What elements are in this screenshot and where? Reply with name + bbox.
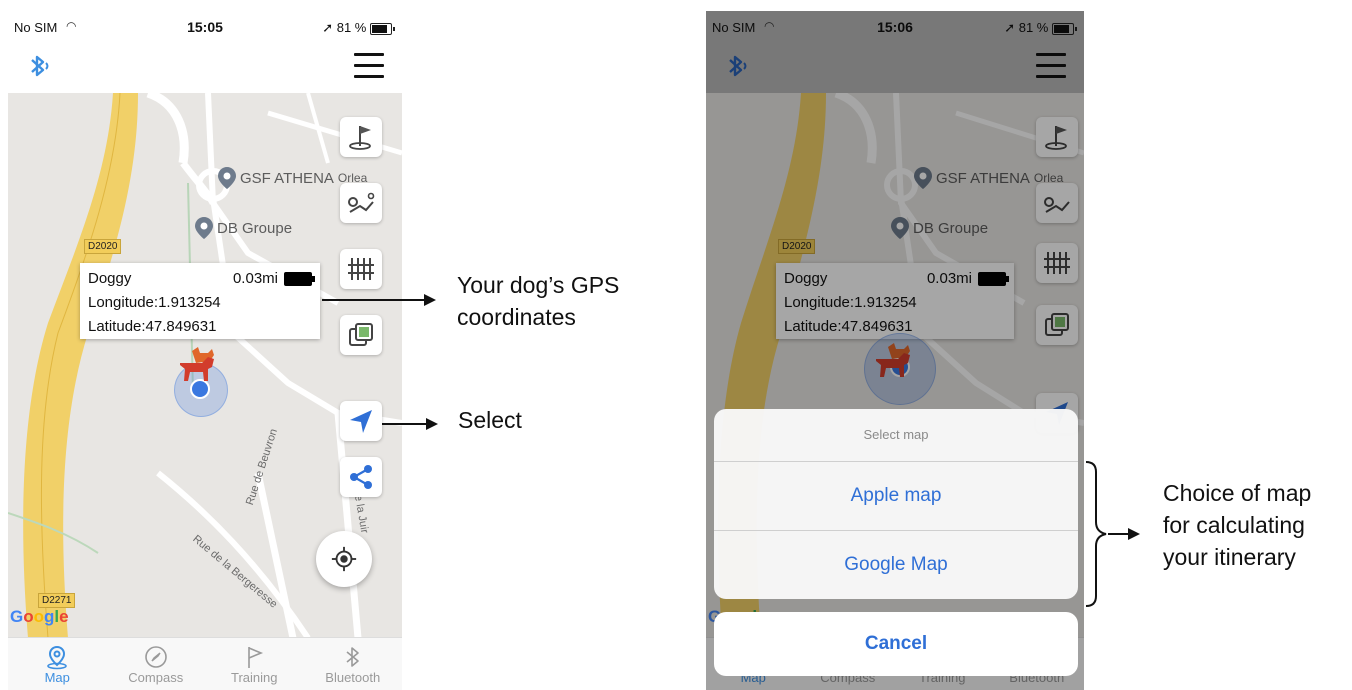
- gps-arrow-head: [424, 294, 436, 306]
- annotation-gps: Your dog’s GPS coordinates: [457, 269, 619, 333]
- annotation-gps-line2: coordinates: [457, 304, 576, 330]
- dog-name: Doggy: [88, 270, 132, 287]
- select-arrow-head: [426, 418, 438, 430]
- dog-marker-icon[interactable]: [176, 345, 220, 385]
- road-label: D2271: [38, 593, 76, 608]
- navigate-button[interactable]: [340, 401, 382, 441]
- annotation-select: Select: [458, 407, 522, 433]
- gps-arrow-line: [322, 299, 426, 301]
- phone-screen-map: No SIM ◠ 15:05 ➚ 81 % GSF ATHENA Orlea D…: [8, 11, 402, 690]
- poi-label: GSF ATHENA: [240, 169, 334, 187]
- fence-button[interactable]: [340, 249, 382, 289]
- tab-compass[interactable]: Compass: [107, 638, 206, 690]
- battery-status: ➚ 81 %: [322, 20, 395, 36]
- bluetooth-icon: [346, 647, 359, 667]
- location-arrow-icon: ➚: [322, 20, 334, 35]
- tab-bar: Map Compass Training Bluetooth: [8, 637, 402, 690]
- compass-icon: [144, 646, 167, 668]
- apple-map-option[interactable]: Apple map: [714, 462, 1078, 531]
- flag-icon: [349, 126, 371, 150]
- flag-icon: [248, 647, 264, 668]
- battery-icon: [370, 22, 395, 35]
- annotation-choice-line1: Choice of map: [1163, 480, 1312, 506]
- battery-percent: 81 %: [336, 20, 367, 35]
- annotation-choice: Choice of map for calculating your itine…: [1163, 477, 1311, 573]
- google-logo: Google: [10, 607, 69, 626]
- dog-distance: 0.03mi: [232, 270, 278, 287]
- poi-db-groupe[interactable]: DB Groupe: [195, 217, 292, 239]
- tab-training[interactable]: Training: [205, 638, 304, 690]
- share-button[interactable]: [340, 457, 382, 497]
- navigate-arrow-icon: [350, 410, 372, 433]
- tab-label: Training: [231, 670, 278, 685]
- map-pin-icon: [218, 167, 236, 189]
- bluetooth-icon[interactable]: [24, 51, 54, 81]
- select-map-sheet: Select map Apple map Google Map: [714, 409, 1078, 599]
- map-pin-icon: [195, 217, 213, 239]
- locate-me-button[interactable]: [316, 531, 372, 587]
- top-bar: [8, 43, 402, 93]
- tab-map[interactable]: Map: [8, 638, 107, 690]
- route-button[interactable]: [340, 183, 382, 223]
- sheet-title: Select map: [714, 409, 1078, 462]
- fence-icon: [348, 258, 374, 280]
- status-bar: No SIM ◠ 15:05 ➚ 81 %: [8, 11, 402, 43]
- cancel-button[interactable]: Cancel: [714, 612, 1078, 676]
- annotation-gps-line1: Your dog’s GPS: [457, 272, 620, 298]
- layers-icon: [349, 323, 373, 346]
- tab-label: Bluetooth: [325, 670, 381, 685]
- locate-icon: [331, 546, 357, 572]
- tab-label: Map: [44, 670, 70, 685]
- dog-latitude: Latitude:47.849631: [88, 318, 217, 335]
- map-layers-button[interactable]: [340, 315, 382, 355]
- choice-brace: [1085, 461, 1140, 607]
- collar-battery-icon: [284, 272, 315, 287]
- share-icon: [350, 465, 372, 489]
- annotation-choice-line3: your itinerary: [1163, 544, 1296, 570]
- map-pin-tab-icon: [47, 645, 68, 670]
- map-view[interactable]: GSF ATHENA Orlea DB Groupe D2020 D2271 R…: [8, 93, 402, 638]
- poi-label: DB Groupe: [217, 219, 293, 237]
- phone-screen-select-map: No SIM ◠ 15:06 ➚ 81 % GSF ATHENA Orlea D…: [706, 11, 1084, 690]
- annotation-choice-line2: for calculating: [1163, 512, 1305, 538]
- road-label: D2020: [84, 239, 122, 254]
- google-map-option[interactable]: Google Map: [714, 531, 1078, 599]
- dog-info-callout[interactable]: Doggy 0.03mi Longitude:1.913254 Latitude…: [80, 263, 320, 339]
- select-arrow-line: [382, 423, 428, 425]
- route-icon: [348, 192, 375, 213]
- dog-longitude: Longitude:1.913254: [88, 294, 221, 311]
- tab-label: Compass: [128, 670, 184, 685]
- tab-bluetooth[interactable]: Bluetooth: [304, 638, 403, 690]
- flag-button[interactable]: [340, 117, 382, 157]
- menu-icon[interactable]: [354, 53, 384, 79]
